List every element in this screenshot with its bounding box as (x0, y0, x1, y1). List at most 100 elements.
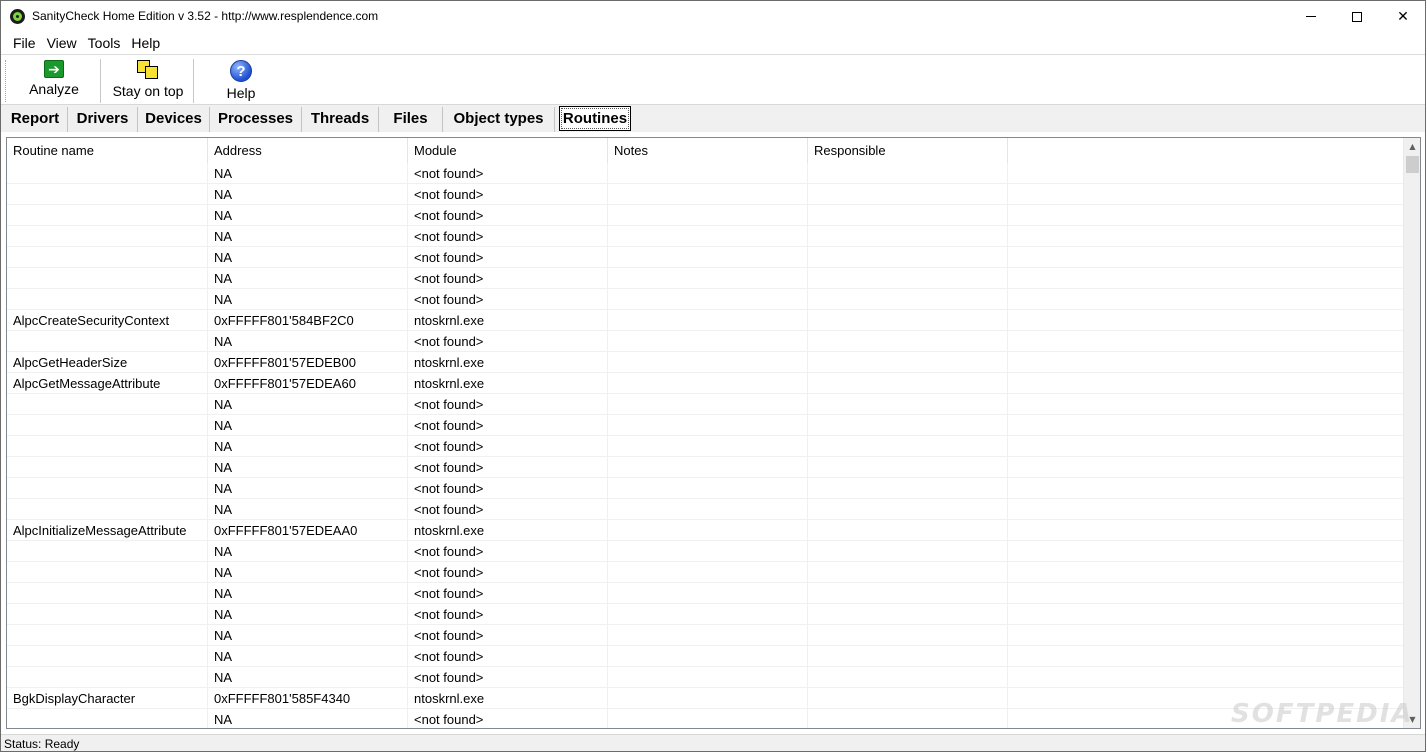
cell-module: <not found> (408, 268, 608, 289)
table-row[interactable]: NA <not found> (7, 415, 1404, 436)
cell-notes (608, 247, 808, 268)
table-row[interactable]: NA <not found> (7, 457, 1404, 478)
menu-file[interactable]: File (6, 32, 40, 55)
tab-drivers[interactable]: Drivers (68, 107, 138, 132)
table-row[interactable]: NA <not found> (7, 394, 1404, 415)
table-row[interactable]: NA <not found> (7, 247, 1404, 268)
cell-filler (1008, 583, 1404, 604)
table-row[interactable]: NA <not found> (7, 163, 1404, 184)
table-row[interactable]: NA <not found> (7, 646, 1404, 667)
table-row[interactable]: AlpcCreateSecurityContext 0xFFFFF801'584B… (7, 310, 1404, 331)
cell-address: 0xFFFFF801'585F4340 (208, 688, 408, 709)
help-button[interactable]: ? Help (223, 60, 259, 104)
cell-filler (1008, 625, 1404, 646)
status-bar: Status: Ready (1, 734, 1425, 751)
table-row[interactable]: NA <not found> (7, 226, 1404, 247)
minimize-button[interactable] (1288, 1, 1334, 32)
cell-address: NA (208, 415, 408, 436)
stay-on-top-button[interactable]: Stay on top (109, 60, 187, 104)
menu-help[interactable]: Help (124, 32, 164, 55)
tab-routines[interactable]: Routines (559, 106, 631, 131)
routines-list[interactable]: Routine name Address Module Notes Respon… (6, 137, 1421, 729)
tab-threads[interactable]: Threads (302, 107, 379, 132)
cell-module: <not found> (408, 499, 608, 520)
menu-view[interactable]: View (40, 32, 81, 55)
tab-report[interactable]: Report (3, 107, 68, 132)
scroll-thumb[interactable] (1406, 156, 1419, 173)
cell-notes (608, 289, 808, 310)
vertical-scrollbar[interactable]: ▲ ▼ (1403, 138, 1420, 728)
tab-files[interactable]: Files (379, 107, 443, 132)
menu-tools[interactable]: Tools (81, 32, 125, 55)
tab-processes[interactable]: Processes (210, 107, 302, 132)
watermark: SOFTPEDIA (1231, 699, 1414, 729)
cell-responsible (808, 520, 1008, 541)
cell-address: NA (208, 226, 408, 247)
maximize-button[interactable] (1334, 1, 1380, 32)
table-row[interactable]: BgkDisplayCharacter 0xFFFFF801'585F4340 nt… (7, 688, 1404, 709)
title-bar[interactable]: SanityCheck Home Edition v 3.52 - http:/… (1, 1, 1425, 32)
table-row[interactable]: NA <not found> (7, 625, 1404, 646)
cell-routine-name (7, 457, 208, 478)
cell-notes (608, 709, 808, 728)
table-row[interactable]: NA <not found> (7, 205, 1404, 226)
cell-notes (608, 604, 808, 625)
cell-responsible (808, 289, 1008, 310)
close-icon: ✕ (1397, 8, 1409, 25)
table-row[interactable]: NA <not found> (7, 541, 1404, 562)
table-row[interactable]: AlpcInitializeMessageAttribute 0xFFFFF801… (7, 520, 1404, 541)
table-row[interactable]: NA <not found> (7, 604, 1404, 625)
cell-routine-name (7, 268, 208, 289)
cell-address: NA (208, 289, 408, 310)
table-row[interactable]: NA <not found> (7, 583, 1404, 604)
cell-responsible (808, 583, 1008, 604)
column-header-notes[interactable]: Notes (608, 138, 808, 163)
cell-filler (1008, 667, 1404, 688)
cell-responsible (808, 415, 1008, 436)
cell-responsible (808, 184, 1008, 205)
cell-module: <not found> (408, 457, 608, 478)
analyze-button[interactable]: ➔ Analyze (27, 60, 81, 104)
table-row[interactable]: NA <not found> (7, 331, 1404, 352)
table-row[interactable]: NA <not found> (7, 499, 1404, 520)
list-header: Routine name Address Module Notes Respon… (7, 138, 1404, 163)
cell-routine-name (7, 625, 208, 646)
cell-notes (608, 415, 808, 436)
table-row[interactable]: AlpcGetHeaderSize 0xFFFFF801'57EDEB00 ntos… (7, 352, 1404, 373)
table-row[interactable]: AlpcGetMessageAttribute 0xFFFFF801'57EDEA… (7, 373, 1404, 394)
app-logo-icon (10, 9, 25, 24)
tab-object-types[interactable]: Object types (443, 107, 555, 132)
cell-filler (1008, 373, 1404, 394)
column-header-responsible[interactable]: Responsible (808, 138, 1008, 163)
column-header-address[interactable]: Address (208, 138, 408, 163)
tab-devices[interactable]: Devices (138, 107, 210, 132)
cell-filler (1008, 268, 1404, 289)
cell-routine-name: AlpcInitializeMessageAttribute (7, 520, 208, 541)
cell-routine-name: AlpcGetHeaderSize (7, 352, 208, 373)
close-button[interactable]: ✕ (1380, 1, 1425, 32)
cell-responsible (808, 163, 1008, 184)
table-row[interactable]: NA <not found> (7, 478, 1404, 499)
app-window: SanityCheck Home Edition v 3.52 - http:/… (0, 0, 1426, 752)
table-row[interactable]: NA <not found> (7, 436, 1404, 457)
scroll-up-icon[interactable]: ▲ (1404, 138, 1420, 155)
cell-notes (608, 646, 808, 667)
cell-filler (1008, 646, 1404, 667)
table-row[interactable]: NA <not found> (7, 562, 1404, 583)
cell-routine-name (7, 415, 208, 436)
table-row[interactable]: NA <not found> (7, 667, 1404, 688)
cell-module: ntoskrnl.exe (408, 373, 608, 394)
column-header-routine-name[interactable]: Routine name (7, 138, 208, 163)
table-row[interactable]: NA <not found> (7, 289, 1404, 310)
cell-address: 0xFFFFF801'57EDEA60 (208, 373, 408, 394)
cell-module: <not found> (408, 163, 608, 184)
table-row[interactable]: NA <not found> (7, 184, 1404, 205)
table-row[interactable]: NA <not found> (7, 709, 1404, 728)
cell-address: NA (208, 247, 408, 268)
cell-responsible (808, 604, 1008, 625)
stay-on-top-label: Stay on top (112, 83, 184, 99)
table-row[interactable]: NA <not found> (7, 268, 1404, 289)
cell-address: NA (208, 184, 408, 205)
column-header-module[interactable]: Module (408, 138, 608, 163)
toolbar-grip[interactable] (5, 60, 7, 102)
